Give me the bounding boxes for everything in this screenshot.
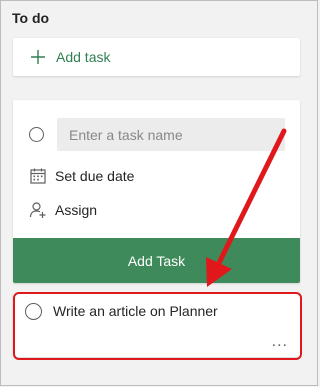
person-add-icon	[29, 202, 46, 218]
task-name-input[interactable]	[57, 118, 285, 151]
assign-label: Assign	[55, 202, 98, 218]
planner-board: To do Add task Set due date	[0, 0, 318, 386]
add-task-button[interactable]: Add task	[13, 38, 300, 76]
bucket-title: To do	[12, 10, 50, 26]
radio-circle-icon[interactable]	[29, 127, 44, 142]
plus-icon	[31, 50, 45, 64]
assign-button[interactable]: Assign	[29, 201, 97, 219]
more-options-icon[interactable]: ...	[272, 334, 288, 350]
add-task-label: Add task	[56, 49, 111, 65]
complete-task-radio[interactable]	[25, 303, 42, 320]
task-card[interactable]: Write an article on Planner ...	[13, 293, 300, 357]
set-due-date-label: Set due date	[55, 168, 135, 184]
add-task-submit-button[interactable]: Add Task	[13, 238, 300, 283]
task-title: Write an article on Planner	[53, 303, 218, 319]
calendar-icon	[30, 168, 46, 184]
new-task-form: Set due date Assign Add Task	[13, 100, 300, 283]
set-due-date-button[interactable]: Set due date	[29, 167, 134, 185]
